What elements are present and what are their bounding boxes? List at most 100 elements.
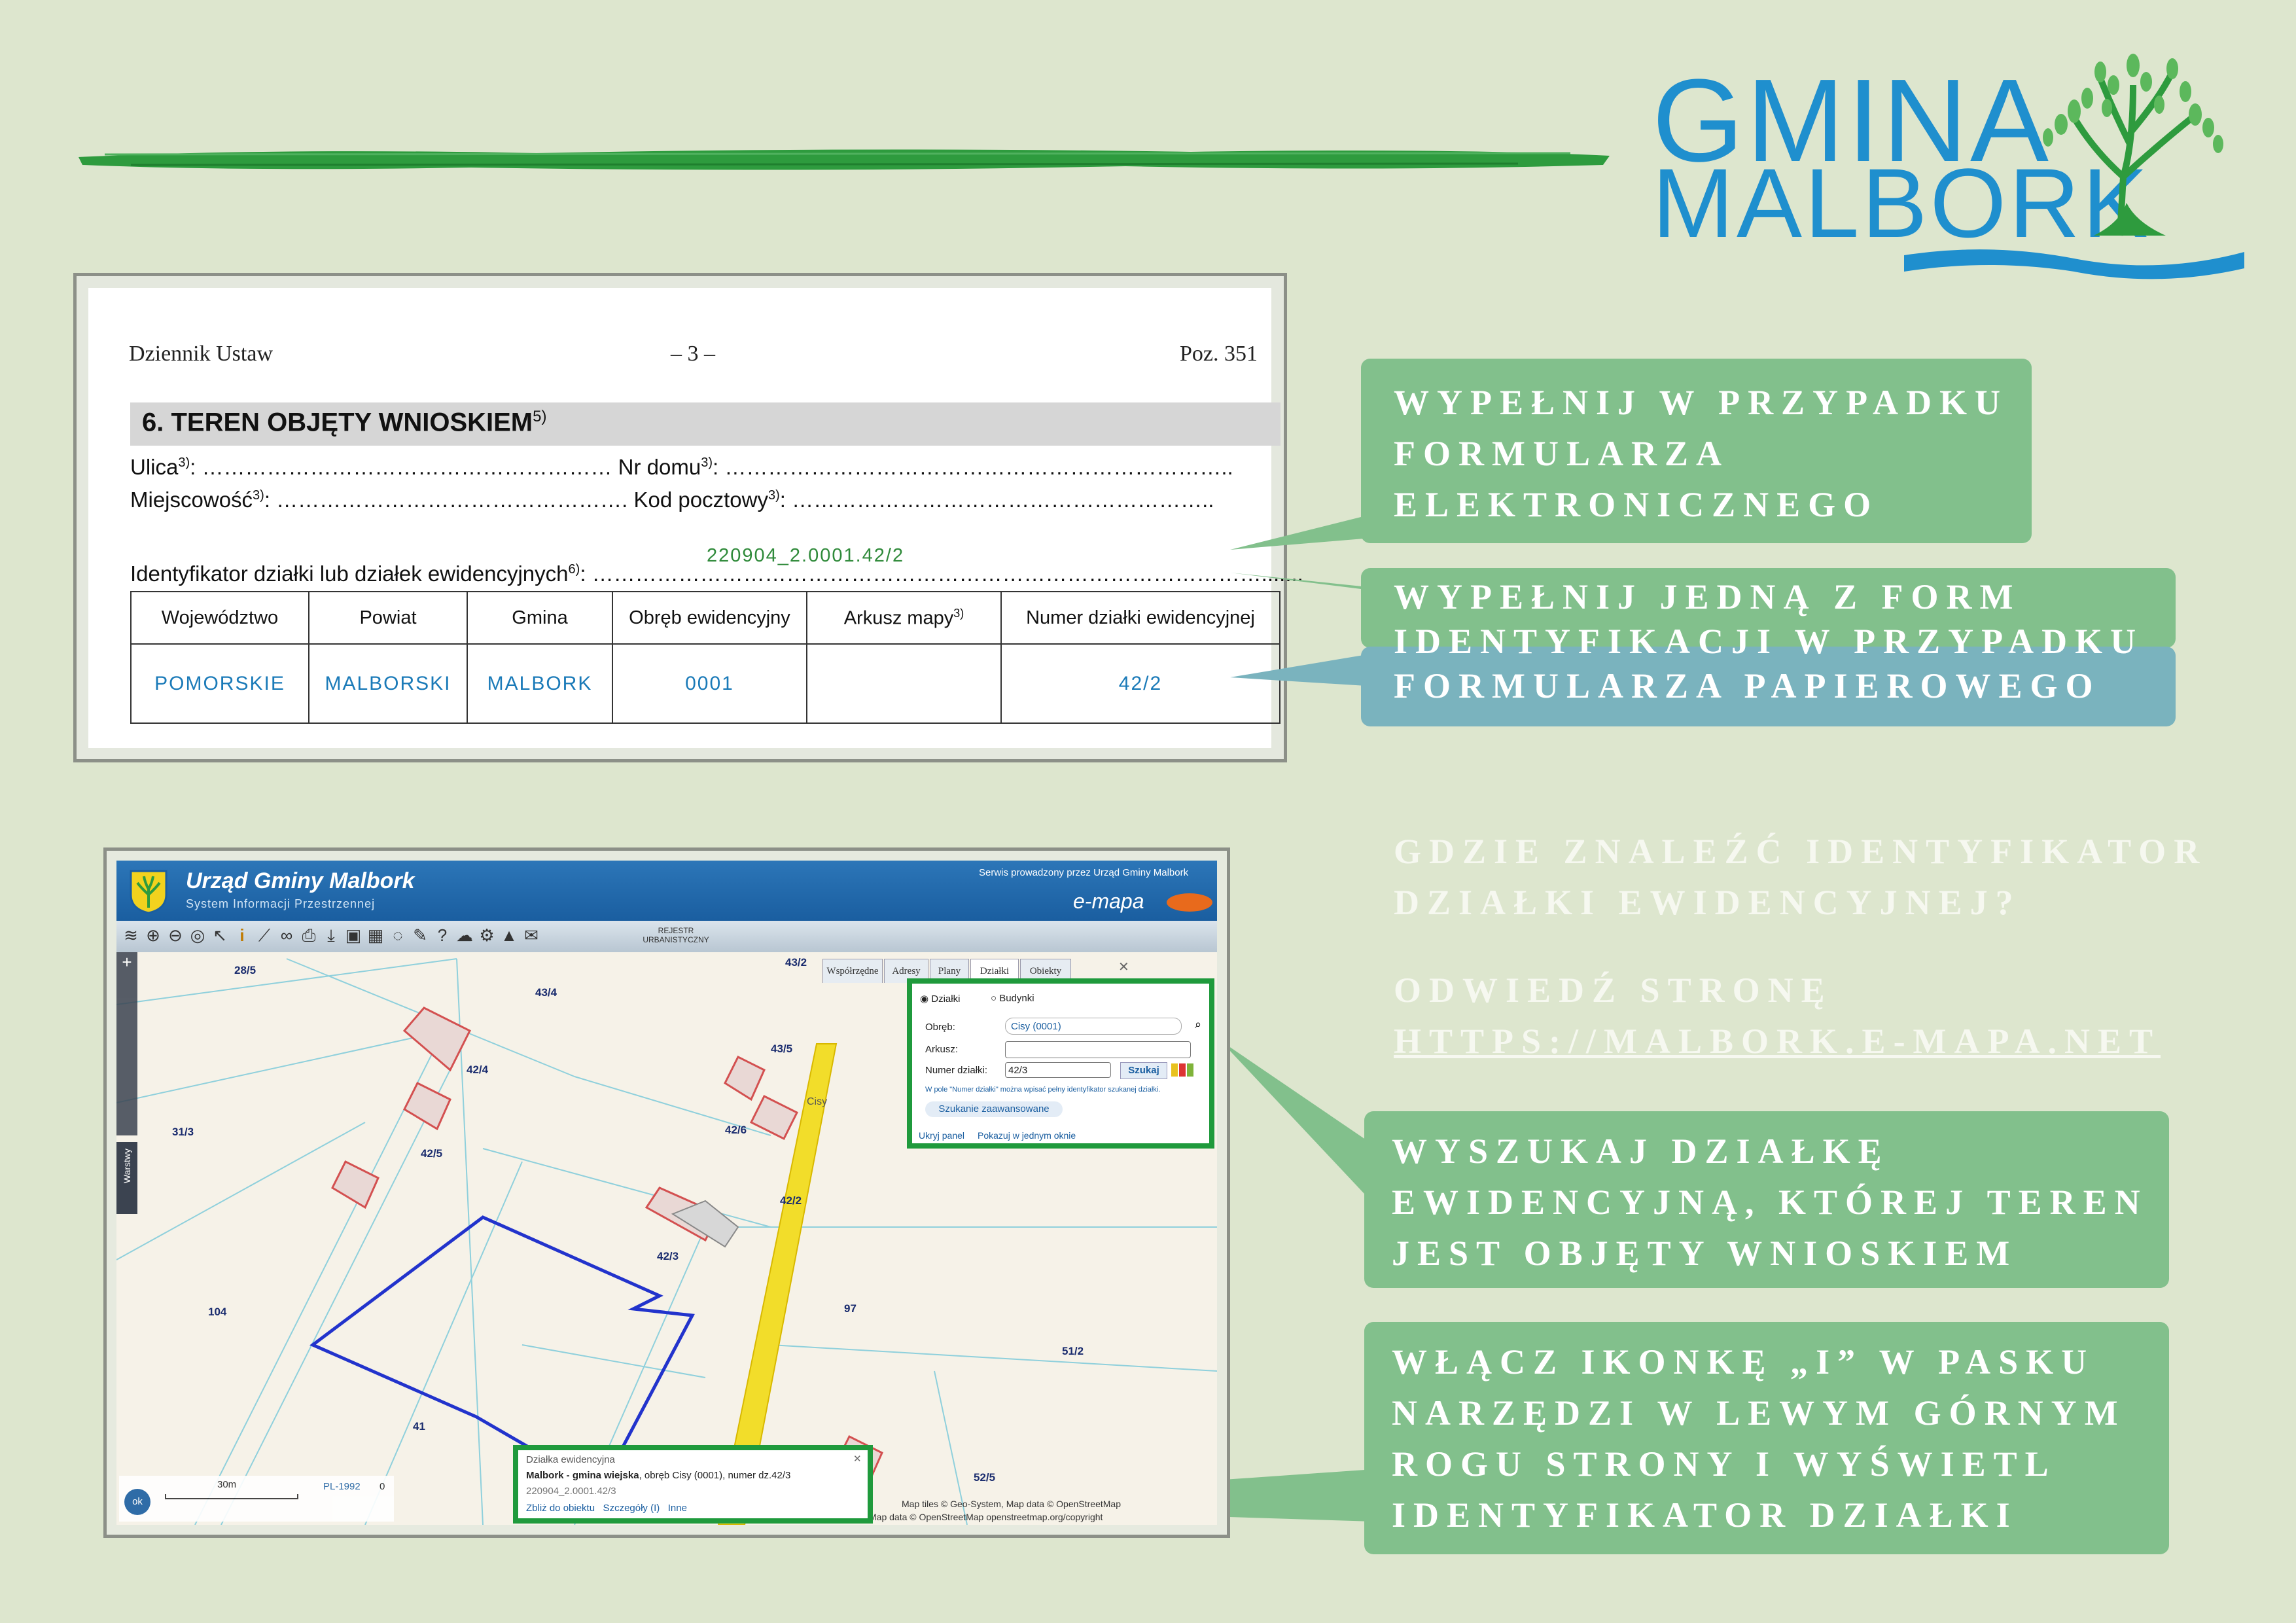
street-line: Ulica3): ………………………………………………… Nr domu3): … <box>130 455 1233 480</box>
scale-label: 30m <box>217 1479 237 1490</box>
info-links[interactable]: Zbliż do obiektu Szczegóły (I) Inne <box>526 1503 687 1514</box>
print-icon[interactable]: ⎙ <box>300 926 318 944</box>
scale-bar <box>165 1494 298 1499</box>
close-icon[interactable]: ✕ <box>1118 959 1129 975</box>
parcel-table: Województwo Powiat Gmina Obręb ewidencyj… <box>130 591 1280 724</box>
advanced-search-button[interactable]: Szukanie zaawansowane <box>925 1101 1063 1117</box>
tab-coordinates[interactable]: Współrzędne <box>822 959 883 983</box>
pointer-icon[interactable]: ↖ <box>211 926 229 944</box>
city-label: Miejscowość <box>130 488 253 512</box>
search-icon[interactable]: ⌕ <box>1195 1018 1201 1031</box>
ok-button[interactable]: ok <box>124 1489 150 1515</box>
grid-icon[interactable]: ▦ <box>366 926 385 944</box>
plot-label: 31/3 <box>172 1126 194 1138</box>
zoom-in-icon[interactable]: ⊕ <box>144 926 162 944</box>
callout-paper-line2: IDENTYFIKACJI W PRZYPADKU <box>1394 622 2144 661</box>
cell-voivodeship[interactable]: POMORSKIE <box>130 643 309 724</box>
form-document-panel: Dziennik Ustaw – 3 – Poz. 351 6. TEREN O… <box>73 273 1303 762</box>
layers-icon[interactable]: ≋ <box>122 926 140 944</box>
postal-label: Kod pocztowy <box>633 488 768 512</box>
emapa-title: Urząd Gminy Malbork <box>186 868 415 893</box>
settings-icon[interactable]: ⚙ <box>478 926 496 944</box>
color-swatch-icon[interactable] <box>1187 1063 1193 1077</box>
cell-county[interactable]: MALBORSKI <box>308 643 468 724</box>
question-heading: GDZIE ZNALEŹĆ IDENTYFIKATOR DZIAŁKI EWID… <box>1394 832 2208 922</box>
zoom-extent-icon[interactable]: ◎ <box>188 926 207 944</box>
plot-label: 97 <box>844 1302 857 1315</box>
color-swatch-icon[interactable] <box>1171 1063 1178 1077</box>
wave-icon <box>1904 249 2244 279</box>
coat-of-arms-icon <box>130 870 168 914</box>
callout-paper-text: WYPEŁNIJ JEDNĄ Z FORM IDENTYFIKACJI W PR… <box>1394 575 2179 708</box>
callout-search: WYSZUKAJ DZIAŁKĘ EWIDENCYJNĄ, KTÓREJ TER… <box>1364 1111 2169 1288</box>
callout-paper-line1: WYPEŁNIJ JEDNĄ Z FORM <box>1394 577 2021 616</box>
link-icon[interactable]: ∞ <box>277 926 296 944</box>
form-document: Dziennik Ustaw – 3 – Poz. 351 6. TEREN O… <box>88 288 1303 748</box>
hide-panel-link[interactable]: Ukryj panel <box>919 1130 964 1141</box>
plot-label: 42/4 <box>467 1063 489 1076</box>
select-area-icon[interactable]: ◌ <box>389 926 407 944</box>
layers-tab[interactable]: Warstwy <box>116 1142 137 1214</box>
zoom-plus-icon[interactable]: + <box>116 952 137 972</box>
map-sheet-label: Arkusz mapy <box>843 607 954 629</box>
register-button[interactable]: REJESTR URBANISTYCZNY <box>640 926 712 944</box>
info-commune: Malbork - gmina wiejska <box>526 1470 639 1481</box>
search-hint: W pole "Numer działki" można wpisać pełn… <box>925 1086 1161 1094</box>
service-note: Serwis prowadzony przez Urząd Gminy Malb… <box>979 867 1189 878</box>
triangle-icon[interactable]: ▲ <box>500 926 518 944</box>
sheet-input[interactable] <box>1005 1041 1191 1058</box>
single-window-link[interactable]: Pokazuj w jednym oknie <box>978 1130 1076 1141</box>
col-county: Powiat <box>308 591 468 645</box>
plot-label: 52/5 <box>974 1471 996 1484</box>
footnote: 3) <box>178 455 190 470</box>
cell-precinct[interactable]: 0001 <box>612 643 807 724</box>
radio-parcels[interactable]: ◉ Działki <box>920 993 960 1005</box>
emapa-badge <box>1167 893 1212 912</box>
attribution-2: Map data © OpenStreetMap openstreetmap.o… <box>869 1512 1103 1522</box>
info-icon[interactable]: i <box>233 926 251 944</box>
precinct-select[interactable]: Cisy (0001) <box>1005 1018 1182 1035</box>
download-icon[interactable]: ⤓ <box>322 926 340 944</box>
search-button[interactable]: Szukaj <box>1120 1062 1167 1079</box>
emapa-screenshot: Urząd Gminy Malbork System Informacji Pr… <box>103 847 1230 1538</box>
attribution-1: Map tiles © Geo-System, Map data © OpenS… <box>902 1499 1121 1509</box>
city-field[interactable]: : …………………………………………. <box>264 488 628 512</box>
upload-icon[interactable]: ☁ <box>455 926 474 944</box>
postal-field[interactable]: : ………………………………………………….. <box>780 488 1214 512</box>
precinct-label: Obręb: <box>925 1022 955 1033</box>
color-swatch-icon[interactable] <box>1179 1063 1186 1077</box>
plot-label: 51/2 <box>1062 1345 1084 1357</box>
footnote: 3) <box>253 488 264 503</box>
radio-buildings[interactable]: ○ Budynki <box>991 993 1034 1004</box>
place-label: Cisy <box>807 1096 828 1107</box>
close-icon[interactable]: ✕ <box>853 1453 862 1465</box>
section-title: 6. TEREN OBJĘTY WNIOSKIEM <box>142 408 533 437</box>
street-field[interactable]: : ………………………………………………… <box>190 455 612 479</box>
emapa-link[interactable]: HTTPS://MALBORK.E-MAPA.NET <box>1394 1016 2257 1067</box>
cell-commune[interactable]: MALBORK <box>467 643 613 724</box>
help-icon[interactable]: ? <box>433 926 451 944</box>
layers-tab-label: Warstwy <box>122 1149 132 1184</box>
radio-buildings-label: Budynki <box>999 993 1034 1004</box>
callout-search-text: WYSZUKAJ DZIAŁKĘ EWIDENCYJNĄ, KTÓREJ TER… <box>1392 1132 2148 1273</box>
col-commune: Gmina <box>467 591 613 645</box>
map-footer: ok 30m PL-1992 0 <box>119 1476 394 1522</box>
parcel-number-input[interactable]: 42/3 <box>1005 1062 1111 1078</box>
house-field[interactable]: : …………………………………………………………….. <box>713 455 1233 479</box>
chat-icon[interactable]: ✉ <box>522 926 540 944</box>
plot-label: 28/5 <box>234 964 256 976</box>
radio-parcels-label: Działki <box>931 993 961 1005</box>
crs-label[interactable]: PL-1992 <box>323 1481 361 1492</box>
zoom-out-icon[interactable]: ⊖ <box>166 926 185 944</box>
visit-label: ODWIEDŹ STRONĘ <box>1394 971 1833 1010</box>
parcel-search-panel: ◉ Działki ○ Budynki Obręb: Cisy (0001) ⌕… <box>907 978 1214 1149</box>
note-icon[interactable]: ✎ <box>411 926 429 944</box>
parcel-id-field[interactable]: : …………………………………………………………………………………....... <box>580 562 1303 586</box>
cell-map-sheet[interactable] <box>806 643 1002 724</box>
export-icon[interactable]: ▣ <box>344 926 362 944</box>
position-number: Poz. 351 <box>1180 342 1258 366</box>
parcel-id-label: Identyfikator działki lub działek ewiden… <box>130 562 569 586</box>
zoom-slider[interactable]: + <box>116 952 137 1135</box>
measure-icon[interactable]: ⟋ <box>255 926 274 944</box>
callout-paper-line3: FORMULARZA PAPIEROWEGO <box>1394 666 2101 705</box>
